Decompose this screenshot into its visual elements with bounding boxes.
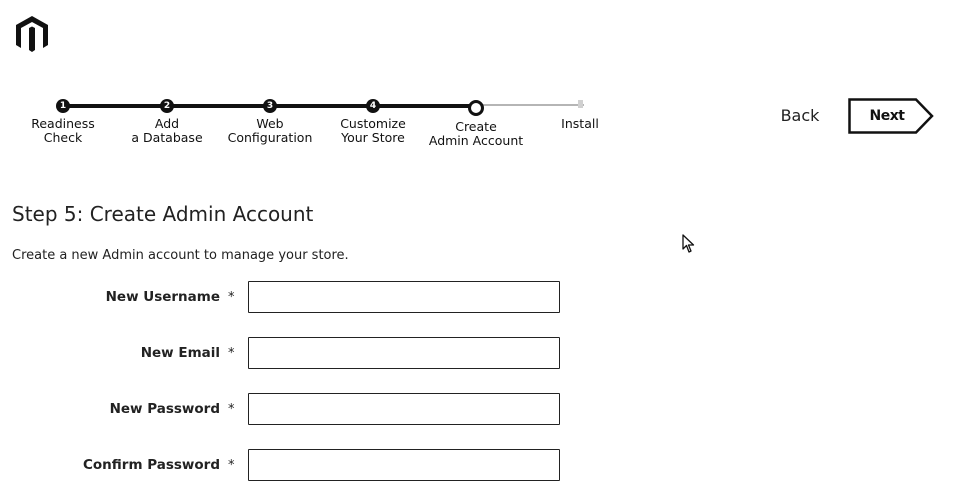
step-number-badge: 2 xyxy=(160,99,174,113)
step-number-badge: 1 xyxy=(56,99,70,113)
wizard-step-label: Readiness Check xyxy=(31,116,95,145)
new-password-label: New Password xyxy=(109,401,220,417)
wizard-step-add-database: 2 Add a Database xyxy=(112,92,222,145)
confirm-password-input[interactable] xyxy=(248,449,560,481)
new-email-label: New Email xyxy=(140,345,220,361)
new-password-input[interactable] xyxy=(248,393,560,425)
form-row-new-password: New Password * xyxy=(0,393,600,427)
setup-wizard-progress: 1 Readiness Check 2 Add a Database 3 Web… xyxy=(0,92,660,162)
form-row-new-username: New Username * xyxy=(0,281,600,315)
step-number-badge: 3 xyxy=(263,99,277,113)
step-number-badge: 4 xyxy=(366,99,380,113)
mouse-pointer-icon xyxy=(682,234,696,254)
required-indicator: * xyxy=(228,346,235,361)
required-indicator: * xyxy=(228,402,235,417)
wizard-step-label: Create Admin Account xyxy=(428,119,524,148)
wizard-step-label: Install xyxy=(561,116,599,131)
page-description: Create a new Admin account to manage you… xyxy=(12,248,349,263)
wizard-step-customize-store: 4 Customize Your Store xyxy=(318,92,428,145)
wizard-step-label: Add a Database xyxy=(131,116,203,145)
page-title: Step 5: Create Admin Account xyxy=(12,202,314,226)
back-button[interactable]: Back xyxy=(772,102,828,128)
wizard-step-label: Web Configuration xyxy=(227,116,313,145)
wizard-step-install: Install xyxy=(525,92,635,131)
wizard-step-readiness-check: 1 Readiness Check xyxy=(8,92,118,145)
form-row-new-email: New Email * xyxy=(0,337,600,371)
wizard-step-web-configuration: 3 Web Configuration xyxy=(215,92,325,145)
next-button[interactable]: Next xyxy=(848,98,934,134)
wizard-step-create-admin-account: Create Admin Account xyxy=(421,92,531,148)
step-current-marker xyxy=(468,100,484,116)
new-email-input[interactable] xyxy=(248,337,560,369)
new-username-label: New Username xyxy=(105,289,220,305)
magento-logo-icon xyxy=(12,14,52,54)
form-row-confirm-password: Confirm Password * xyxy=(0,449,600,483)
next-button-label: Next xyxy=(869,108,905,124)
wizard-step-label: Customize Your Store xyxy=(340,116,406,145)
required-indicator: * xyxy=(228,458,235,473)
confirm-password-label: Confirm Password xyxy=(82,457,220,473)
new-username-input[interactable] xyxy=(248,281,560,313)
required-indicator: * xyxy=(228,290,235,305)
